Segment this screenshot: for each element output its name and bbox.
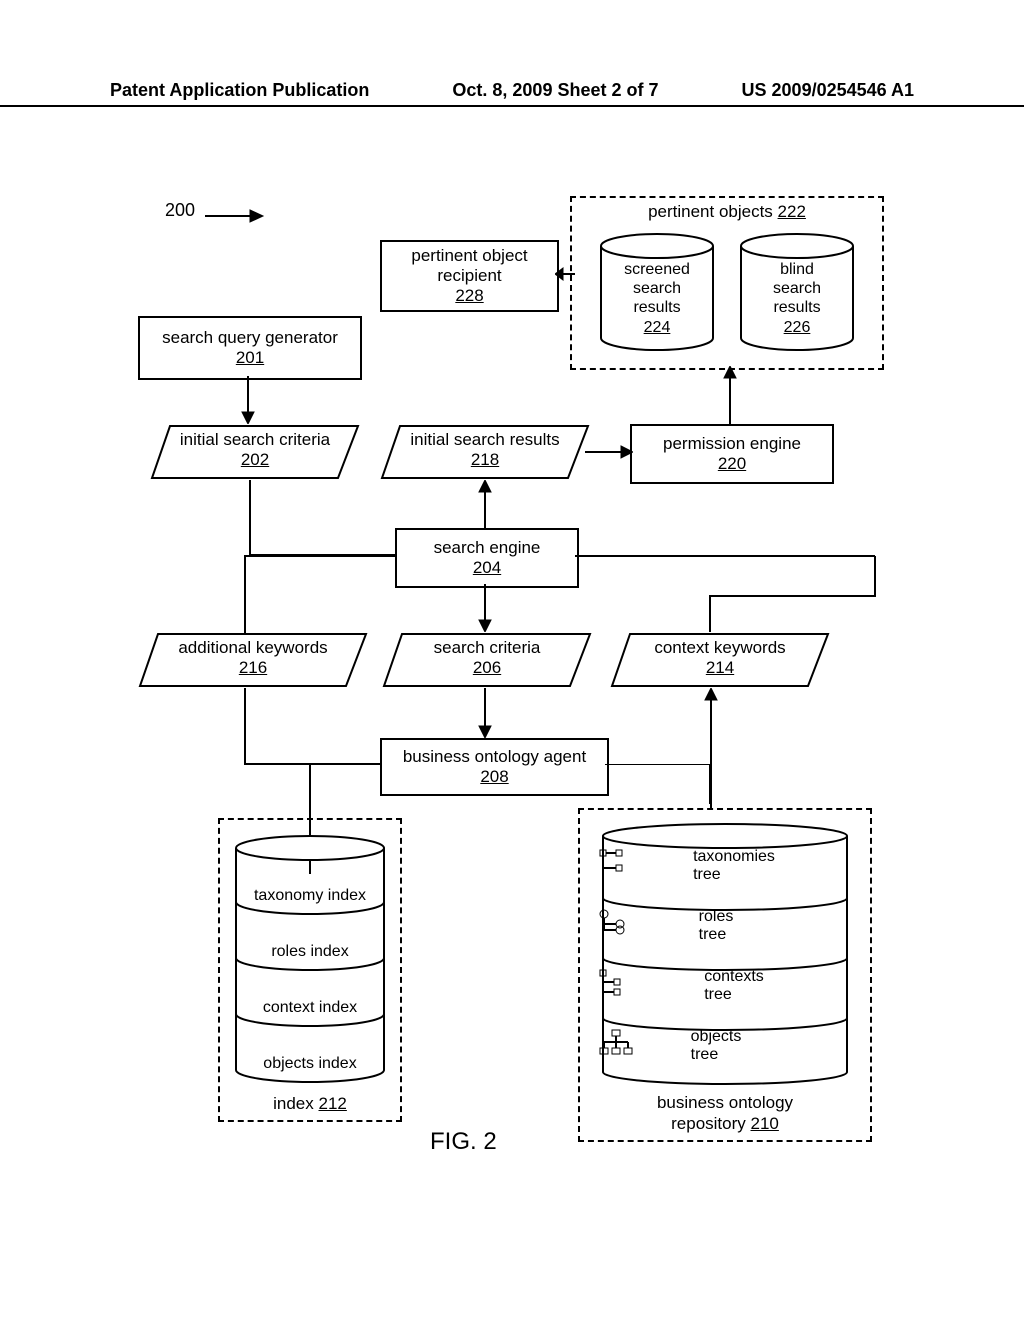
initial-search-criteria: initial search criteria 202 (150, 424, 360, 480)
diagram-canvas: 200 pertinent objects 222 screened searc… (0, 0, 1024, 1320)
ontology-row-taxonomies: taxonomies tree (598, 848, 852, 884)
search-query-generator-box: search query generator 201 (138, 316, 362, 380)
index-caption: index 212 (220, 1094, 400, 1114)
ref-200: 200 (165, 200, 195, 221)
index-cylinder: taxonomy index roles index context index… (232, 834, 388, 1084)
ontology-row-contexts: contexts tree (598, 968, 852, 1004)
additional-keywords: additional keywords 216 (138, 632, 368, 688)
screened-results-cylinder: screened search results 224 (597, 232, 717, 352)
ontology-cylinder: taxonomies tree roles tree (598, 822, 852, 1086)
permission-engine-box: permission engine 220 (630, 424, 834, 484)
arrow-204-to-218 (477, 480, 493, 528)
line-214-to-204-right (700, 556, 890, 636)
ontology-row-roles: roles tree (598, 908, 852, 944)
ontology-row-objects: objects tree (598, 1028, 852, 1064)
blind-results-cylinder: blind search results 226 (737, 232, 857, 352)
ref-200-arrow (205, 208, 265, 224)
initial-search-results: initial search results 218 (380, 424, 590, 480)
page: Patent Application Publication Oct. 8, 2… (0, 0, 1024, 1320)
arrow-206-to-208 (477, 688, 493, 738)
search-criteria: search criteria 206 (382, 632, 592, 688)
line-208-to-216 (235, 688, 385, 768)
line-208-to-210 (605, 764, 725, 812)
arrow-218-to-220 (585, 444, 633, 460)
pertinent-objects-group: pertinent objects 222 screened search re… (570, 196, 884, 370)
arrow-220-to-222 (722, 366, 738, 424)
index-group: taxonomy index roles index context index… (218, 818, 402, 1122)
figure-label: FIG. 2 (430, 1128, 497, 1156)
pertinent-objects-title: pertinent objects 222 (572, 202, 882, 222)
arrow-201-to-202 (240, 376, 256, 424)
line-216-to-204-left (130, 548, 400, 638)
business-ontology-agent-box: business ontology agent 208 (380, 738, 609, 796)
pertinent-object-recipient-box: pertinent object recipient 228 (380, 240, 559, 312)
context-keywords: context keywords 214 (610, 632, 830, 688)
ontology-caption: business ontologyrepository 210 (580, 1093, 870, 1134)
ontology-repository-group: taxonomies tree roles tree (578, 808, 872, 1142)
search-engine-box: search engine 204 (395, 528, 579, 588)
arrow-204-to-206 (477, 584, 493, 632)
arrow-222-to-228 (555, 266, 575, 282)
